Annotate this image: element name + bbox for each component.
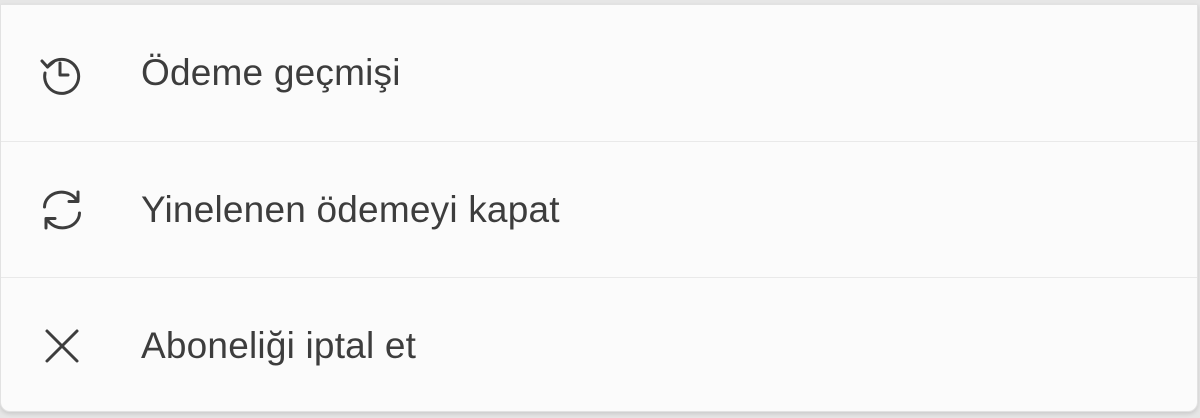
menu-item-cancel-subscription[interactable]: Aboneliği iptal et <box>1 278 1197 413</box>
refresh-icon <box>37 185 87 235</box>
history-icon <box>37 48 87 98</box>
menu-item-disable-recurring-payment[interactable]: Yinelenen ödemeyi kapat <box>1 142 1197 277</box>
close-icon <box>37 321 87 371</box>
menu-item-payment-history[interactable]: Ödeme geçmişi <box>1 5 1197 140</box>
subscription-options-menu: Ödeme geçmişi Yinelenen ödemeyi kapat Ab… <box>0 4 1198 412</box>
menu-item-label: Yinelenen ödemeyi kapat <box>141 188 560 230</box>
menu-item-label: Aboneliği iptal et <box>141 324 417 366</box>
menu-item-label: Ödeme geçmişi <box>141 51 401 93</box>
